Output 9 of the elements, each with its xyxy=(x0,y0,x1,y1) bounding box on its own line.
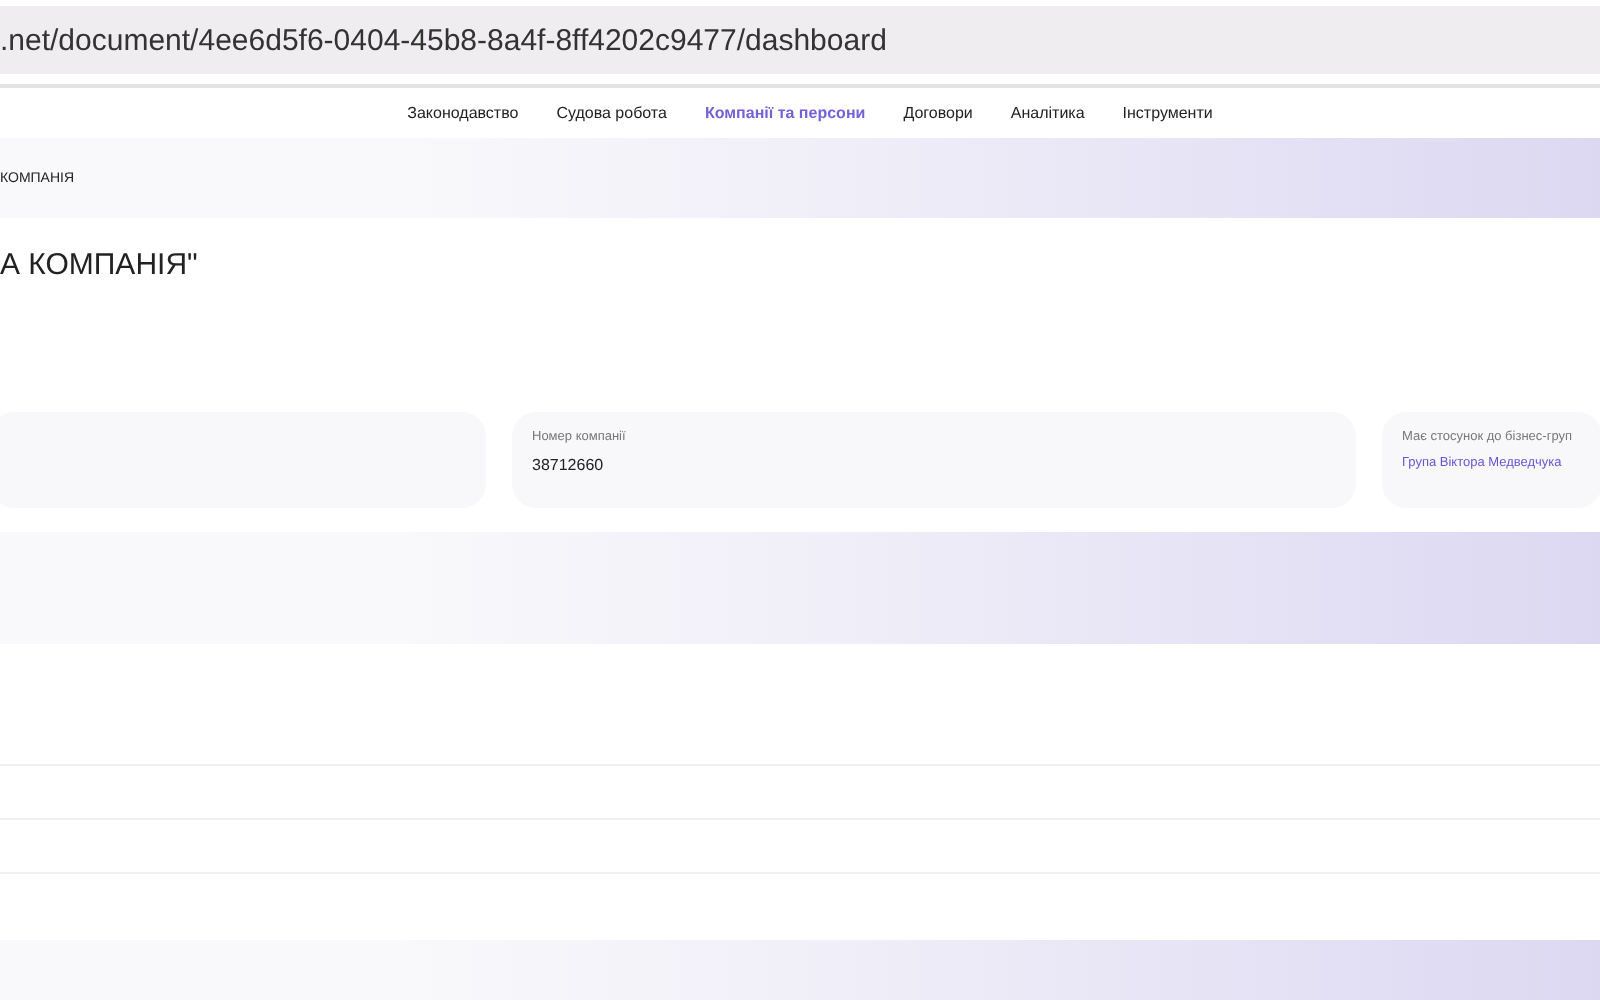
nav-link[interactable]: Судова робота xyxy=(556,104,667,123)
page-title: А КОМПАНІЯ" xyxy=(0,248,200,287)
nav-link[interactable]: Інструменти xyxy=(1122,104,1213,123)
card-value: 38712660 xyxy=(532,456,606,474)
nav-link[interactable]: Аналітика xyxy=(1010,104,1085,123)
nav-link[interactable]: Компанії та персони xyxy=(704,104,866,123)
address-bar[interactable]: .net/document/4ee6d5f6-0404-45b8-8a4f-8ff4202c9477/dashboard xyxy=(0,6,1600,74)
nav-link[interactable]: Договори xyxy=(903,104,973,123)
nav-link[interactable]: Законодавство xyxy=(407,104,519,123)
